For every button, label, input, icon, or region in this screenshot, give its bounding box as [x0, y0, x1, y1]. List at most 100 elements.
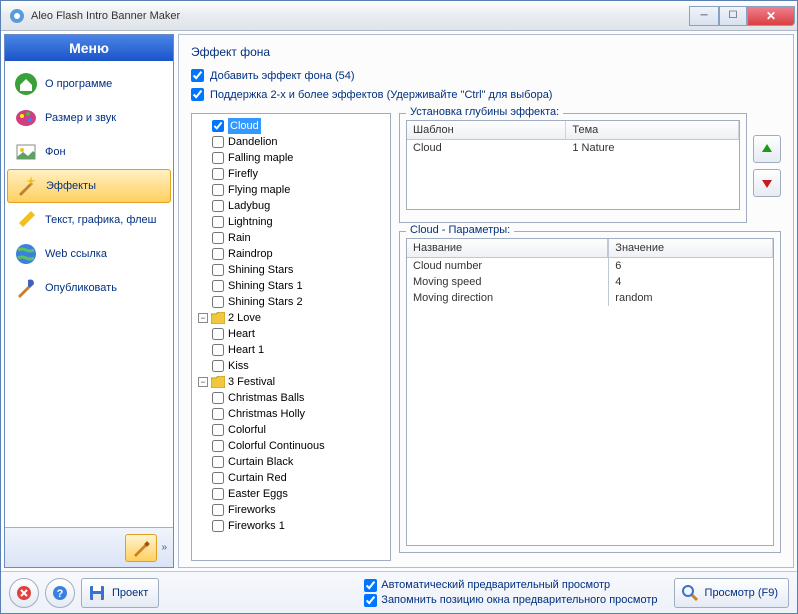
- sidebar-item-6[interactable]: Опубликовать: [5, 271, 173, 305]
- expand-chevrons-icon[interactable]: »: [161, 542, 167, 553]
- params-header-value[interactable]: Значение: [608, 239, 773, 257]
- depth-header-template[interactable]: Шаблон: [407, 121, 566, 139]
- sidebar-item-3[interactable]: Эффекты: [7, 169, 171, 203]
- auto-preview-checkbox[interactable]: [364, 579, 377, 592]
- leaf-checkbox[interactable]: [212, 392, 224, 404]
- params-header-name[interactable]: Название: [407, 239, 608, 257]
- tree-leaf[interactable]: Cloud: [212, 118, 390, 134]
- leaf-checkbox[interactable]: [212, 168, 224, 180]
- leaf-checkbox[interactable]: [212, 216, 224, 228]
- leaf-checkbox[interactable]: [212, 120, 224, 132]
- tree-leaf[interactable]: Colorful: [212, 422, 390, 438]
- tree-leaf[interactable]: Dandelion: [212, 134, 390, 150]
- leaf-checkbox[interactable]: [212, 328, 224, 340]
- effects-tree[interactable]: CloudDandelionFalling mapleFireflyFlying…: [191, 113, 391, 561]
- menu-header: Меню: [5, 35, 173, 61]
- remember-pos-checkbox[interactable]: [364, 594, 377, 607]
- tree-group[interactable]: − 3 Festival: [198, 374, 390, 390]
- app-icon: [9, 8, 25, 24]
- leaf-checkbox[interactable]: [212, 472, 224, 484]
- close-button[interactable]: ✕: [747, 6, 795, 26]
- leaf-checkbox[interactable]: [212, 408, 224, 420]
- leaf-label: Raindrop: [228, 246, 273, 262]
- tree-leaf[interactable]: Fireworks 1: [212, 518, 390, 534]
- leaf-checkbox[interactable]: [212, 280, 224, 292]
- multi-effect-checkbox[interactable]: [191, 88, 204, 101]
- tree-group[interactable]: −2 Love: [198, 310, 390, 326]
- tree-leaf[interactable]: Lightning: [212, 214, 390, 230]
- leaf-checkbox[interactable]: [212, 360, 224, 372]
- tree-leaf[interactable]: Ladybug: [212, 198, 390, 214]
- tree-leaf[interactable]: Curtain Black: [212, 454, 390, 470]
- auto-preview-checkbox-row[interactable]: Автоматический предварительный просмотр: [364, 579, 657, 592]
- tree-leaf[interactable]: Shining Stars 2: [212, 294, 390, 310]
- params-table[interactable]: Название Значение Cloud number6Moving sp…: [406, 238, 774, 546]
- preview-button[interactable]: Просмотр (F9): [674, 578, 789, 608]
- project-button[interactable]: Проект: [81, 578, 159, 608]
- cancel-button[interactable]: [9, 578, 39, 608]
- sidebar-item-2[interactable]: Фон: [5, 135, 173, 169]
- tree-leaf[interactable]: Colorful Continuous: [212, 438, 390, 454]
- group-label: 3 Festival: [228, 374, 275, 390]
- leaf-checkbox[interactable]: [212, 440, 224, 452]
- tree-leaf[interactable]: Christmas Balls: [212, 390, 390, 406]
- depth-table[interactable]: Шаблон Тема Cloud 1 Nature: [406, 120, 740, 210]
- leaf-checkbox[interactable]: [212, 424, 224, 436]
- tree-leaf[interactable]: Shining Stars 1: [212, 278, 390, 294]
- leaf-checkbox[interactable]: [212, 248, 224, 260]
- sidebar-item-4[interactable]: Текст, графика, флеш: [5, 203, 173, 237]
- tree-leaf[interactable]: Raindrop: [212, 246, 390, 262]
- leaf-checkbox[interactable]: [212, 184, 224, 196]
- leaf-checkbox[interactable]: [212, 488, 224, 500]
- leaf-checkbox[interactable]: [212, 264, 224, 276]
- leaf-label: Colorful Continuous: [228, 438, 325, 454]
- maximize-button[interactable]: ☐: [719, 6, 747, 26]
- leaf-label: Flying maple: [228, 182, 290, 198]
- move-down-button[interactable]: [753, 169, 781, 197]
- collapse-icon[interactable]: −: [198, 377, 208, 387]
- sidebar-item-5[interactable]: Web ссылка: [5, 237, 173, 271]
- tree-leaf[interactable]: Heart 1: [212, 342, 390, 358]
- leaf-checkbox[interactable]: [212, 296, 224, 308]
- sidebar-item-1[interactable]: Размер и звук: [5, 101, 173, 135]
- titlebar[interactable]: Aleo Flash Intro Banner Maker ─ ☐ ✕: [1, 1, 797, 31]
- leaf-checkbox[interactable]: [212, 456, 224, 468]
- add-bg-effect-checkbox[interactable]: [191, 69, 204, 82]
- tree-leaf[interactable]: Fireworks: [212, 502, 390, 518]
- tree-leaf[interactable]: Kiss: [212, 358, 390, 374]
- tree-leaf[interactable]: Easter Eggs: [212, 486, 390, 502]
- tree-leaf[interactable]: Firefly: [212, 166, 390, 182]
- multi-effect-checkbox-row[interactable]: Поддержка 2-х и более эффектов (Удержива…: [191, 88, 781, 101]
- tree-leaf[interactable]: Falling maple: [212, 150, 390, 166]
- leaf-checkbox[interactable]: [212, 200, 224, 212]
- tree-leaf[interactable]: Flying maple: [212, 182, 390, 198]
- table-row[interactable]: Moving speed4: [407, 274, 773, 290]
- table-row[interactable]: Moving directionrandom: [407, 290, 773, 306]
- move-up-button[interactable]: [753, 135, 781, 163]
- leaf-checkbox[interactable]: [212, 520, 224, 532]
- leaf-checkbox[interactable]: [212, 136, 224, 148]
- params-legend: Cloud - Параметры:: [406, 224, 514, 236]
- leaf-checkbox[interactable]: [212, 344, 224, 356]
- leaf-label: Christmas Holly: [228, 406, 305, 422]
- tree-leaf[interactable]: Heart: [212, 326, 390, 342]
- publish-shortcut-icon[interactable]: [125, 534, 157, 562]
- leaf-checkbox[interactable]: [212, 152, 224, 164]
- leaf-checkbox[interactable]: [212, 504, 224, 516]
- table-row[interactable]: Cloud 1 Nature: [407, 140, 739, 156]
- help-button[interactable]: ?: [45, 578, 75, 608]
- sidebar-item-label: Фон: [45, 146, 66, 158]
- sidebar-item-0[interactable]: О программе: [5, 67, 173, 101]
- depth-header-theme[interactable]: Тема: [566, 121, 739, 139]
- tree-leaf[interactable]: Curtain Red: [212, 470, 390, 486]
- remember-pos-checkbox-row[interactable]: Запомнить позицию окна предварительного …: [364, 594, 657, 607]
- add-bg-effect-checkbox-row[interactable]: Добавить эффект фона (54): [191, 69, 781, 82]
- table-row[interactable]: Cloud number6: [407, 258, 773, 274]
- tree-leaf[interactable]: Rain: [212, 230, 390, 246]
- leaf-checkbox[interactable]: [212, 232, 224, 244]
- app-window: Aleo Flash Intro Banner Maker ─ ☐ ✕ Меню…: [0, 0, 798, 614]
- minimize-button[interactable]: ─: [689, 6, 719, 26]
- tree-leaf[interactable]: Shining Stars: [212, 262, 390, 278]
- tree-leaf[interactable]: Christmas Holly: [212, 406, 390, 422]
- collapse-icon[interactable]: −: [198, 313, 208, 323]
